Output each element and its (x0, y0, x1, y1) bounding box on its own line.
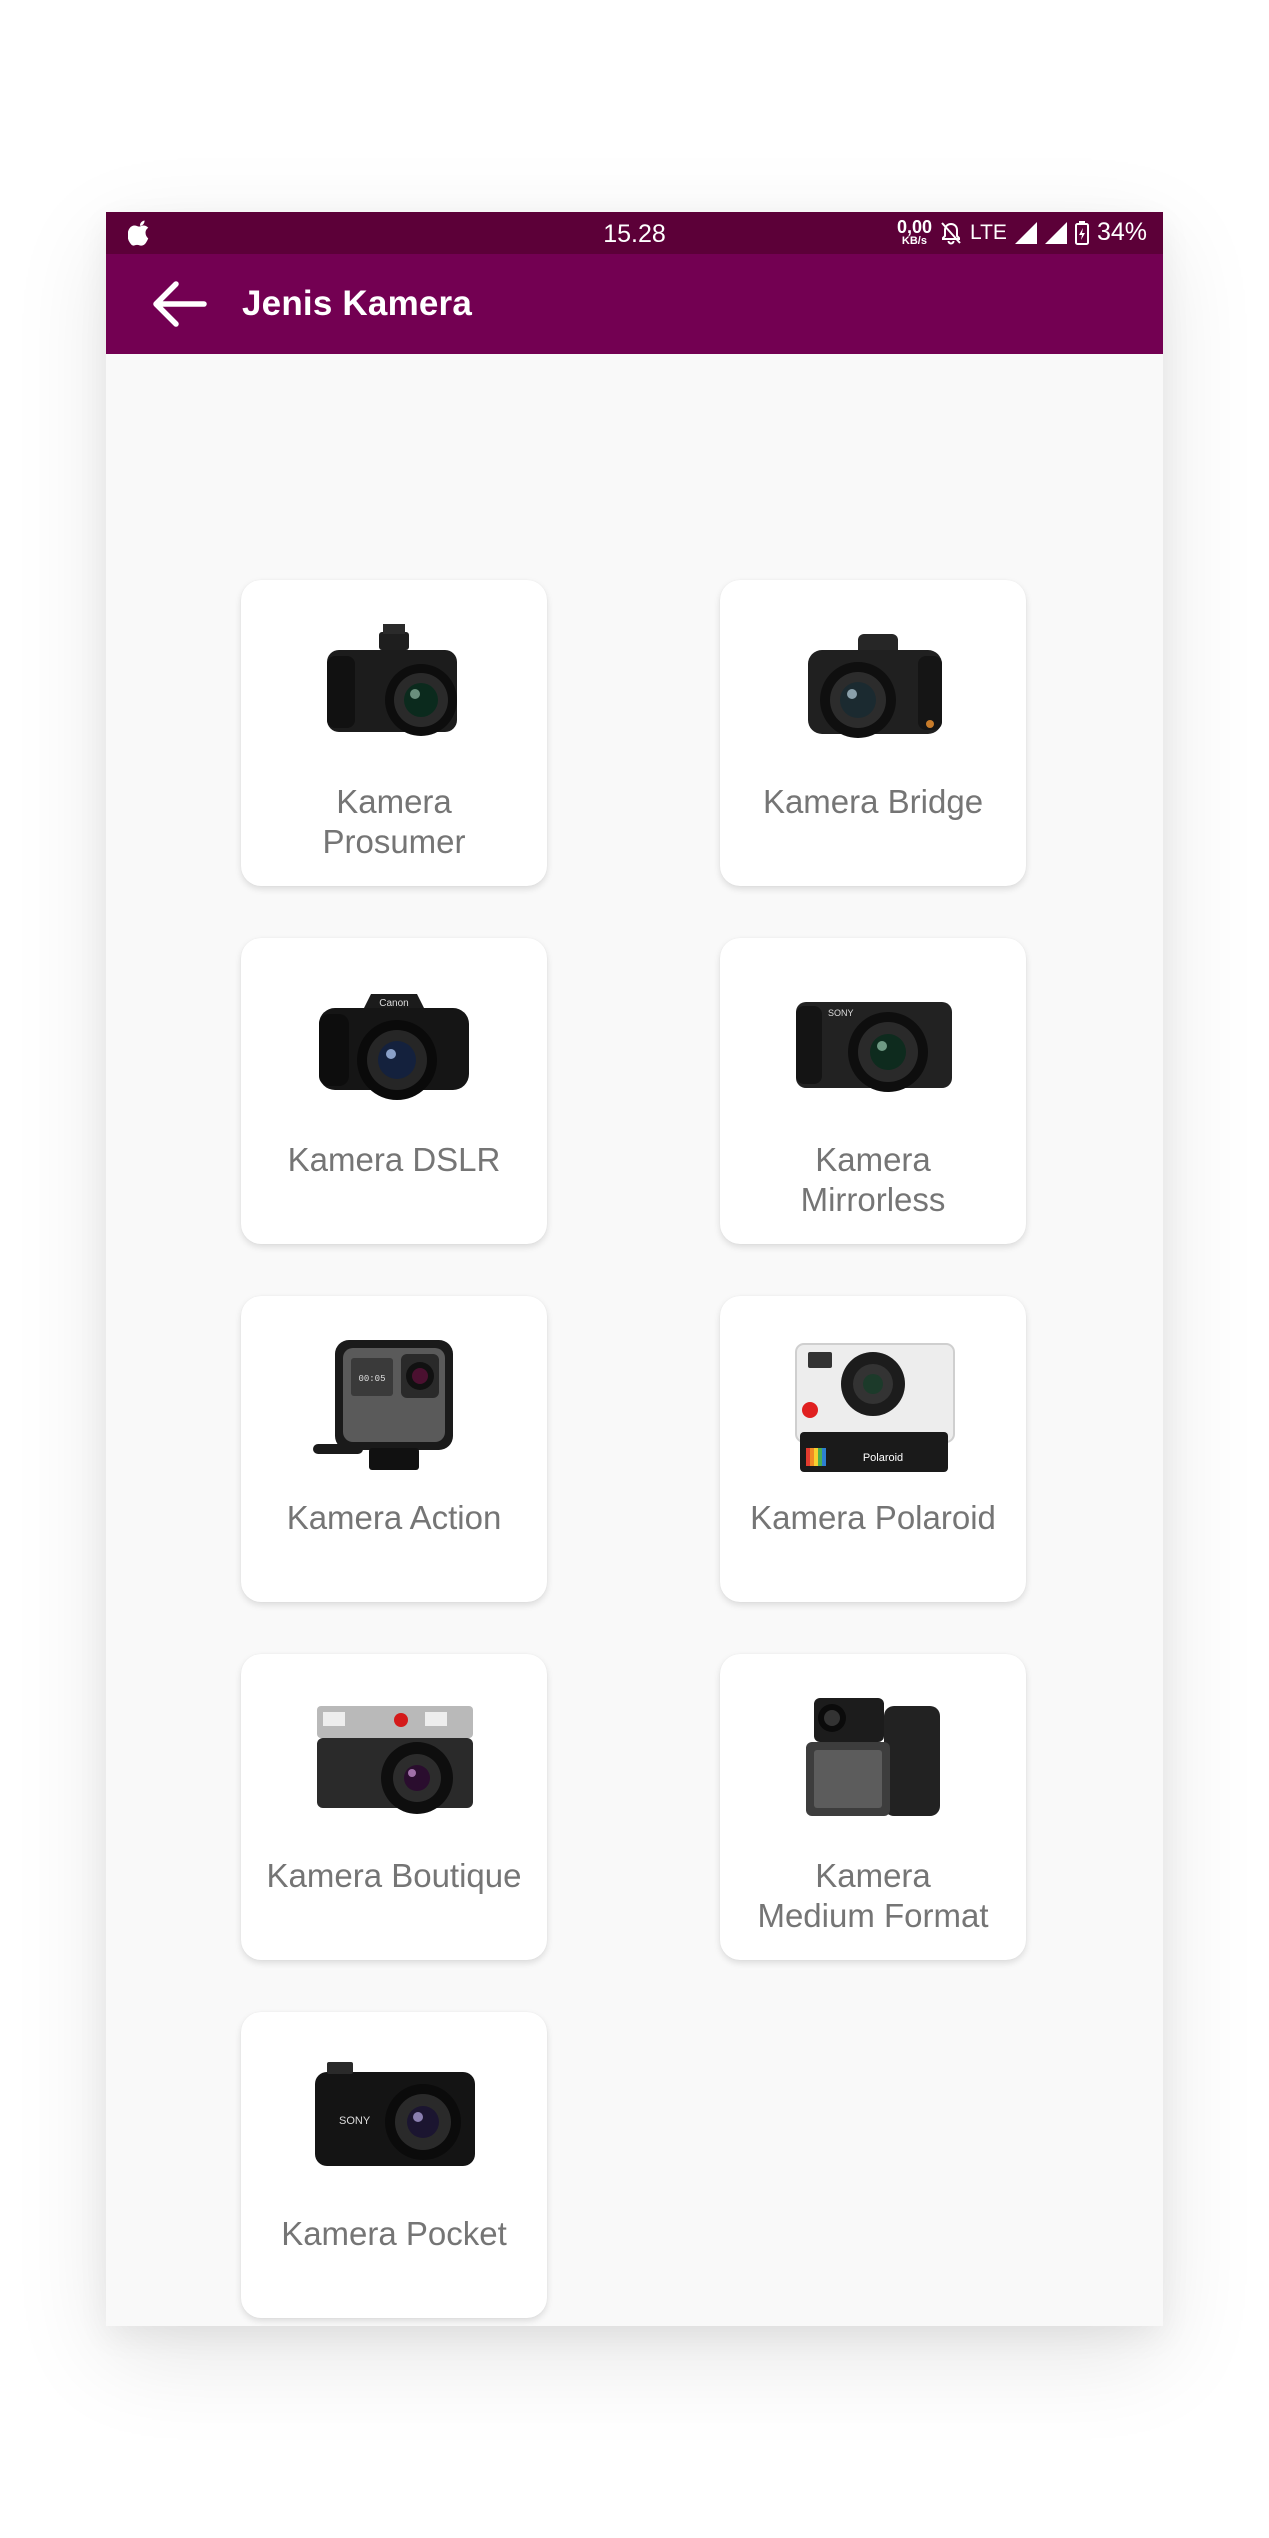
card-label: Kamera Boutique (266, 1857, 522, 1894)
card-kamera-boutique[interactable]: Kamera Boutique (241, 1654, 547, 1960)
card-kamera-prosumer[interactable]: Kamera Prosumer (241, 580, 547, 886)
bell-off-icon (941, 221, 961, 244)
action-camera-image: 00:05 (313, 1340, 453, 1470)
card-label: Kamera DSLR (287, 1141, 501, 1178)
net-speed-value: 0,00 (896, 217, 932, 237)
app-bar: Jenis Kamera (106, 254, 1163, 354)
card-kamera-polaroid[interactable]: Polaroid Kamera Polaroid (720, 1296, 1026, 1602)
card-label: Kamera Medium Format (757, 1857, 989, 1934)
phone-screen: 15.28 0,00 KB/s LTE 34% Jenis Kamera Kam… (106, 212, 1163, 2326)
card-kamera-dslr[interactable]: Canon Kamera DSLR (241, 938, 547, 1244)
net-speed: 0,00 KB/s (897, 218, 932, 247)
card-kamera-mirrorless[interactable]: SONY Kamera Mirrorless (720, 938, 1026, 1244)
status-bar: 15.28 0,00 KB/s LTE 34% (106, 212, 1163, 254)
medium-format-camera-image (806, 1698, 940, 1816)
svg-text:00:05: 00:05 (358, 1374, 385, 1384)
card-label: Kamera Bridge (762, 783, 984, 820)
svg-text:Canon: Canon (379, 998, 408, 1009)
card-label: Kamera Action (286, 1499, 502, 1536)
card-kamera-medium-format[interactable]: Kamera Medium Format (720, 1654, 1026, 1960)
prosumer-camera-image (327, 624, 457, 736)
net-speed-unit: KB/s (901, 235, 927, 247)
svg-text:SONY: SONY (339, 2115, 371, 2127)
network-type: LTE (969, 220, 1007, 244)
polaroid-camera-image: Polaroid (795, 1343, 955, 1472)
battery-charging-icon (1074, 220, 1089, 245)
page-title: Jenis Kamera (242, 284, 473, 323)
arrow-left-icon[interactable] (148, 278, 208, 330)
signal-icon-2 (1044, 221, 1067, 244)
card-kamera-bridge[interactable]: Kamera Bridge (720, 580, 1026, 886)
card-label: Kamera Pocket (281, 2215, 507, 2252)
svg-text:Polaroid: Polaroid (863, 1452, 903, 1464)
pocket-camera-image: SONY (315, 2062, 475, 2166)
card-kamera-action[interactable]: 00:05 Kamera Action (241, 1296, 547, 1602)
dslr-camera-image: Canon (319, 994, 469, 1100)
card-kamera-pocket[interactable]: SONY Kamera Pocket (241, 2012, 547, 2318)
boutique-camera-image (317, 1706, 473, 1814)
card-label: Kamera Mirrorless (800, 1141, 946, 1218)
status-icons: 0,00 KB/s LTE 34% (897, 218, 1147, 247)
bridge-camera-image (808, 634, 942, 738)
battery-level: 34% (1096, 218, 1147, 246)
signal-icon (1014, 221, 1037, 244)
svg-text:SONY: SONY (828, 1008, 854, 1018)
card-label: Kamera Prosumer (322, 783, 466, 860)
mirrorless-camera-image: SONY (796, 1002, 952, 1092)
card-label: Kamera Polaroid (750, 1499, 996, 1536)
